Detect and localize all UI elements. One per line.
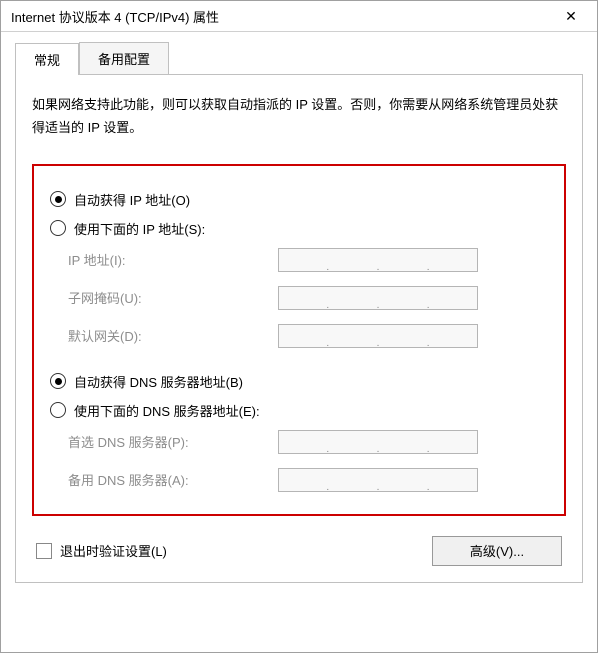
radio-auto-ip-label: 自动获得 IP 地址(O) [74,190,190,209]
subnet-label: 子网掩码(U): [68,288,278,307]
radio-manual-dns[interactable]: 使用下面的 DNS 服务器地址(E): [50,401,550,420]
tab-alternate[interactable]: 备用配置 [79,42,169,74]
gateway-input[interactable]: ... [278,324,478,348]
dialog-window: Internet 协议版本 4 (TCP/IPv4) 属性 ✕ 常规 备用配置 … [0,0,598,653]
alternate-dns-input[interactable]: ... [278,468,478,492]
window-title: Internet 协议版本 4 (TCP/IPv4) 属性 [11,7,551,26]
field-ip-address: IP 地址(I): ... [68,248,550,272]
highlight-box: 自动获得 IP 地址(O) 使用下面的 IP 地址(S): IP 地址(I): … [32,164,566,516]
gateway-label: 默认网关(D): [68,326,278,345]
radio-auto-dns-label: 自动获得 DNS 服务器地址(B) [74,372,243,391]
ip-address-label: IP 地址(I): [68,250,278,269]
preferred-dns-label: 首选 DNS 服务器(P): [68,432,278,451]
ip-address-input[interactable]: ... [278,248,478,272]
tab-general[interactable]: 常规 [15,43,79,75]
radio-auto-ip[interactable]: 自动获得 IP 地址(O) [50,190,550,209]
content-area: 常规 备用配置 如果网络支持此功能，则可以获取自动指派的 IP 设置。否则，你需… [1,32,597,652]
close-icon[interactable]: ✕ [551,6,591,26]
tab-page-general: 如果网络支持此功能，则可以获取自动指派的 IP 设置。否则，你需要从网络系统管理… [15,75,583,583]
radio-manual-dns-label: 使用下面的 DNS 服务器地址(E): [74,401,260,420]
radio-icon [50,220,66,236]
bottom-row: 退出时验证设置(L) 高级(V)... [32,536,566,566]
radio-icon [50,191,66,207]
radio-manual-ip-label: 使用下面的 IP 地址(S): [74,219,205,238]
field-subnet: 子网掩码(U): ... [68,286,550,310]
alternate-dns-label: 备用 DNS 服务器(A): [68,470,278,489]
subnet-input[interactable]: ... [278,286,478,310]
radio-auto-dns[interactable]: 自动获得 DNS 服务器地址(B) [50,372,550,391]
radio-manual-ip[interactable]: 使用下面的 IP 地址(S): [50,219,550,238]
field-preferred-dns: 首选 DNS 服务器(P): ... [68,430,550,454]
advanced-button[interactable]: 高级(V)... [432,536,562,566]
field-alternate-dns: 备用 DNS 服务器(A): ... [68,468,550,492]
validate-label: 退出时验证设置(L) [60,541,167,560]
validate-checkbox-row[interactable]: 退出时验证设置(L) [36,541,167,560]
tab-strip: 常规 备用配置 [15,42,583,75]
titlebar: Internet 协议版本 4 (TCP/IPv4) 属性 ✕ [1,1,597,32]
field-gateway: 默认网关(D): ... [68,324,550,348]
intro-text: 如果网络支持此功能，则可以获取自动指派的 IP 设置。否则，你需要从网络系统管理… [32,93,566,140]
radio-icon [50,402,66,418]
preferred-dns-input[interactable]: ... [278,430,478,454]
radio-icon [50,373,66,389]
checkbox-icon [36,543,52,559]
